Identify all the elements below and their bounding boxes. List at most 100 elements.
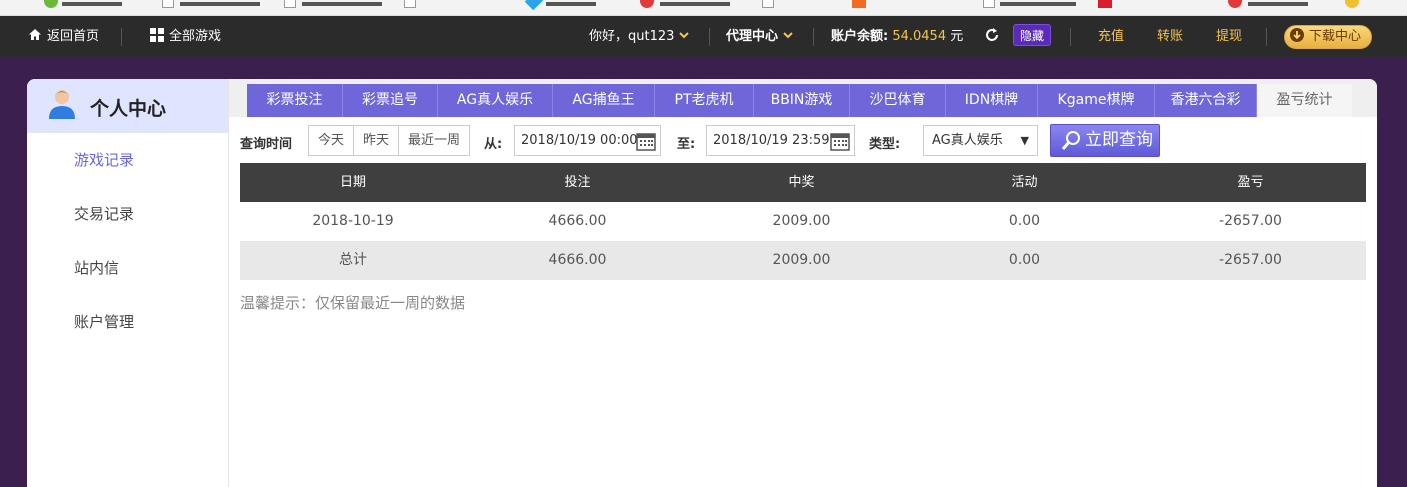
content-area: 彩票投注 彩票追号 AG真人娱乐 AG捕鱼王 PT老虎机 BBIN游戏 沙巴体育… [229,79,1377,487]
search-icon [1061,131,1080,150]
bookmark-favicon-icon[interactable] [1345,0,1359,8]
type-select[interactable]: AG真人娱乐 ▼ [923,125,1038,156]
divider [709,28,710,46]
sidebar-item-account-management[interactable]: 账户管理 [27,295,228,349]
sidebar-item-game-records[interactable]: 游戏记录 [27,133,228,187]
bookmark-favicon-icon[interactable] [852,0,866,8]
tabs-bar: 彩票投注 彩票追号 AG真人娱乐 AG捕鱼王 PT老虎机 BBIN游戏 沙巴体育… [229,79,1377,117]
calendar-icon[interactable] [830,131,850,151]
greeting-text: 你好，qut123 [589,29,675,44]
profit-loss-table: 日期 投注 中奖 活动 盈亏 2018-10-19 4666.00 2009.0… [240,163,1366,280]
home-link[interactable]: 返回首页 [28,16,99,57]
sidebar-item-transaction-records[interactable]: 交易记录 [27,187,228,241]
sidebar-menu: 游戏记录 交易记录 站内信 账户管理 [27,133,228,349]
user-menu[interactable]: 你好，qut123 [589,16,690,57]
bookmark-page-icon[interactable] [762,0,774,8]
tab-hk-mark-six[interactable]: 香港六合彩 [1155,84,1257,117]
bookmark-text[interactable] [546,2,596,6]
sidebar-title: 个人中心 [90,98,167,120]
tab-ag-live[interactable]: AG真人娱乐 [438,84,553,117]
withdraw-link[interactable]: 提现 [1216,16,1242,57]
query-button[interactable]: 立即查询 [1050,124,1160,157]
to-label: 至: [677,137,696,152]
tab-lottery-bets[interactable]: 彩票投注 [247,84,343,117]
table-row: 2018-10-19 4666.00 2009.00 0.00 -2657.00 [240,202,1366,241]
tab-idn-chess[interactable]: IDN棋牌 [946,84,1038,117]
header-activity: 活动 [1011,175,1038,190]
tab-profit-loss[interactable]: 盈亏统计 [1257,84,1352,117]
agent-center-menu[interactable]: 代理中心 [726,16,794,57]
to-date-input[interactable]: 2018/10/19 23:59 [706,125,855,156]
tab-ag-fishing[interactable]: AG捕鱼王 [553,84,655,117]
filter-bar: 查询时间 今天 昨天 最近一周 从: 2018/10/19 00:00 至: 2… [229,124,1377,157]
bookmark-text[interactable] [180,2,260,6]
home-label: 返回首页 [47,29,100,44]
table-header-row: 日期 投注 中奖 活动 盈亏 [240,163,1366,202]
table-cell: 0.00 [1008,213,1041,229]
bookmark-favicon-icon[interactable] [524,0,544,11]
from-date-input[interactable]: 2018/10/19 00:00 [514,125,661,156]
tab-lottery-chase[interactable]: 彩票追号 [343,84,438,117]
today-button[interactable]: 今天 [309,126,355,155]
bookmark-favicon-icon[interactable] [640,0,654,8]
bookmark-page-icon[interactable] [404,0,416,8]
download-label: 下载中心 [1309,29,1362,44]
currency-label: 元 [950,29,964,44]
query-button-label: 立即查询 [1085,130,1153,150]
calendar-icon[interactable] [636,131,656,151]
table-cell: -2657.00 [1219,213,1282,229]
last-week-button[interactable]: 最近一周 [399,126,469,155]
chevron-down-icon [679,32,690,39]
all-games-label: 全部游戏 [169,29,222,44]
balance-value: 54.0454 [892,29,947,44]
grid-icon [150,28,164,42]
hide-balance-button[interactable]: 隐藏 [1013,16,1052,57]
sidebar-item-messages[interactable]: 站内信 [27,241,228,295]
download-icon [1290,28,1304,42]
bookmark-favicon-icon[interactable] [1098,0,1112,8]
agent-center-label: 代理中心 [726,29,779,44]
from-label: 从: [484,137,503,152]
bookmark-page-icon[interactable] [162,0,174,8]
bookmark-page-icon[interactable] [284,0,296,8]
transfer-link[interactable]: 转账 [1157,16,1183,57]
bookmark-favicon-icon[interactable] [44,0,58,8]
bookmark-text[interactable] [1248,2,1308,6]
bookmark-page-icon[interactable] [983,0,995,8]
quick-range-group: 今天 昨天 最近一周 [308,125,471,156]
all-games-link[interactable]: 全部游戏 [150,16,221,57]
main-panel: 个人中心 游戏记录 交易记录 站内信 账户管理 彩票投注 彩票追号 AG真人娱乐… [27,79,1377,487]
tab-pt-slots[interactable]: PT老虎机 [655,84,754,117]
bookmark-text[interactable] [660,2,730,6]
table-total-row: 总计 4666.00 2009.00 0.00 -2657.00 [240,241,1366,280]
bookmark-strip [0,0,1407,16]
header-bet: 投注 [564,175,591,190]
tip-text: 温馨提示：仅保留最近一周的数据 [240,294,466,312]
home-icon [29,29,41,40]
withdraw-label: 提现 [1216,29,1243,44]
download-center-button[interactable]: 下载中心 [1284,16,1373,57]
table-cell: 0.00 [1008,252,1041,268]
bookmark-text[interactable] [62,2,122,6]
type-selected-value: AG真人娱乐 [932,133,1003,148]
chevron-down-icon [783,32,793,39]
yesterday-button[interactable]: 昨天 [354,126,400,155]
tab-saba-sports[interactable]: 沙巴体育 [850,84,946,117]
tab-bbin-games[interactable]: BBIN游戏 [754,84,850,117]
bookmark-text[interactable] [1000,2,1076,6]
refresh-balance-button[interactable] [984,16,1000,57]
header-win: 中奖 [788,175,815,190]
bookmark-text[interactable] [302,2,382,6]
recharge-link[interactable]: 充值 [1098,16,1124,57]
user-avatar-icon [49,90,75,119]
sidebar: 个人中心 游戏记录 交易记录 站内信 账户管理 [27,79,229,487]
top-nav-bar: 返回首页 全部游戏 你好，qut123 代理中心 账户余额: 54.0454 元… [0,16,1407,57]
table-cell: -2657.00 [1219,252,1282,268]
tab-kgame-chess[interactable]: Kgame棋牌 [1038,84,1155,117]
table-cell: 2009.00 [772,252,831,268]
transfer-label: 转账 [1157,29,1184,44]
bookmark-favicon-icon[interactable] [1228,0,1242,8]
to-date-value: 2018/10/19 23:59 [713,133,830,148]
refresh-icon [986,28,998,41]
query-time-label: 查询时间 [240,137,293,152]
